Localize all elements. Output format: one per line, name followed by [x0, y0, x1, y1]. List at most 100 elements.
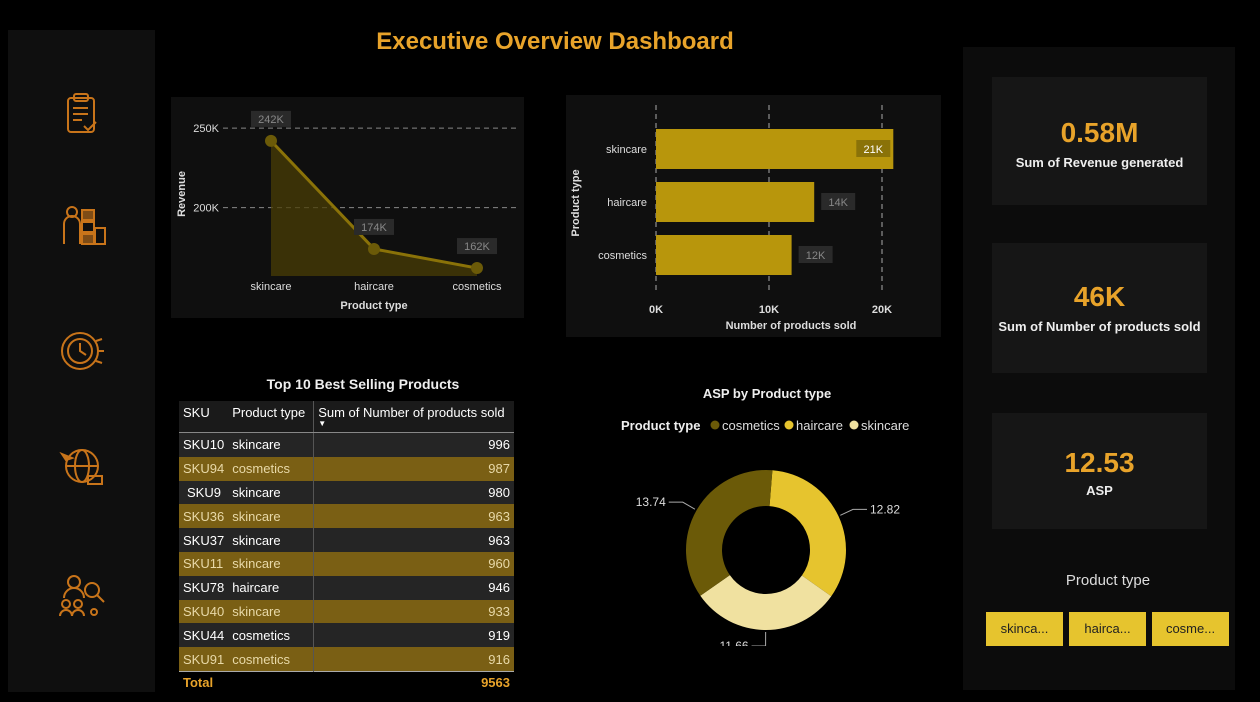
slicer-title: Product type	[1065, 572, 1151, 589]
data-label: 12.82	[870, 502, 900, 516]
data-label: 14K	[828, 197, 848, 209]
revenue-by-product-chart[interactable]: 250K 200K 242K skincare 174K haircare 162K cosm…	[171, 97, 524, 318]
data-label: 12K	[806, 250, 826, 262]
kpi-label-asp: ASP	[1086, 483, 1113, 498]
slicer-option-cosmetics[interactable]: cosme...	[1152, 612, 1229, 646]
x-tick-label: skincare	[251, 281, 292, 293]
slicer-option-skincare[interactable]: skinca...	[986, 612, 1063, 646]
kpi-card-revenue: 0.58M Sum of Revenue generated	[992, 77, 1207, 205]
y-axis-title: Revenue	[176, 171, 188, 217]
x-axis-title: Number of products sold	[726, 320, 857, 332]
y-tick-label: 250K	[193, 123, 219, 135]
kpi-label-revenue: Sum of Revenue generated	[1015, 155, 1184, 170]
cell-products-sold: 919	[313, 623, 514, 648]
leader-line	[840, 508, 867, 516]
donut-slice	[700, 575, 832, 630]
cell-sku: SKU78	[179, 575, 229, 600]
cell-product-type: cosmetics	[228, 456, 314, 481]
total-spacer	[228, 670, 314, 694]
cell-products-sold: 996	[313, 432, 514, 457]
cell-product-type: skincare	[228, 480, 314, 505]
cell-sku: SKU91	[179, 647, 229, 672]
y-axis-title: Product type	[570, 169, 582, 236]
slicer-option-haircare[interactable]: hairca...	[1069, 612, 1146, 646]
revenue-chart-panel: 250K 200K 242K skincare 174K haircare 162K cosm…	[171, 97, 524, 318]
cell-products-sold: 946	[313, 575, 514, 600]
cell-product-type: haircare	[228, 575, 314, 600]
page-title: Executive Overview Dashboard	[376, 28, 734, 55]
legend-label: cosmetics	[722, 418, 780, 433]
cell-product-type: skincare	[228, 551, 314, 576]
kpi-value-asp: 12.53	[1064, 447, 1135, 478]
legend-marker	[784, 420, 794, 430]
table-row[interactable]: SKU36 skincare 963	[179, 504, 514, 529]
x-tick-label: 0K	[649, 304, 663, 316]
sidebar	[8, 30, 155, 692]
data-label: 21K	[864, 144, 884, 156]
table-row[interactable]: SKU94 cosmetics 987	[179, 456, 514, 481]
table-row[interactable]: SKU10 skincare 996	[179, 432, 514, 457]
kpi-value-products-sold: 46K	[1073, 281, 1126, 312]
cell-products-sold: 916	[313, 647, 514, 672]
cell-product-type: cosmetics	[228, 623, 314, 648]
team-search-icon[interactable]	[56, 568, 108, 620]
y-tick-label: 200K	[193, 203, 219, 215]
cell-sku: SKU36	[179, 504, 229, 529]
cell-sku: SKU9	[179, 480, 229, 505]
cell-sku: SKU11	[179, 551, 229, 576]
chart-title: ASP by Product type	[703, 386, 831, 401]
x-tick-label: haircare	[354, 281, 394, 293]
gear-clock-icon[interactable]	[56, 325, 108, 377]
clipboard-check-icon[interactable]	[56, 88, 108, 140]
cell-sku: SKU37	[179, 528, 229, 552]
products-sold-chart[interactable]: 0K 10K 20K skincare 21K haircare 14K cosmetics 1…	[566, 95, 941, 337]
cell-product-type: cosmetics	[228, 647, 314, 672]
table-row[interactable]: SKU11 skincare 960	[179, 551, 514, 576]
cell-products-sold: 987	[313, 456, 514, 481]
column-header-product-type[interactable]: Product type	[228, 401, 314, 433]
top-products-table: SKU Product type Sum of Number of produc…	[179, 401, 514, 694]
table-title: Top 10 Best Selling Products	[266, 376, 460, 392]
y-tick-label: haircare	[607, 197, 647, 209]
data-point	[265, 134, 277, 147]
donut-slice	[769, 470, 846, 597]
leader-line	[668, 501, 696, 510]
data-label: 162K	[464, 241, 490, 253]
table-row[interactable]: SKU9 skincare 980	[179, 480, 514, 505]
data-label: 13.74	[636, 495, 666, 509]
bar	[656, 182, 815, 222]
products-sold-chart-panel: 0K 10K 20K skincare 21K haircare 14K cosmetics 1…	[566, 95, 941, 337]
data-label: 11.66	[719, 639, 748, 646]
cell-product-type: skincare	[228, 528, 314, 552]
table-row[interactable]: SKU37 skincare 963	[179, 528, 514, 552]
cell-sku: SKU10	[179, 432, 229, 457]
kpi-value-revenue: 0.58M	[1060, 117, 1139, 148]
data-point	[471, 262, 483, 275]
cell-product-type: skincare	[228, 599, 314, 624]
cell-product-type: skincare	[228, 504, 314, 529]
legend-label: skincare	[861, 418, 909, 433]
cell-sku: SKU40	[179, 599, 229, 624]
cell-products-sold: 933	[313, 599, 514, 624]
table-row[interactable]: SKU78 haircare 946	[179, 575, 514, 600]
globe-shipping-icon[interactable]	[56, 440, 108, 492]
legend-marker	[849, 420, 859, 430]
table-total-row: Total 9563	[179, 670, 514, 694]
y-tick-label: skincare	[606, 144, 647, 156]
cell-products-sold: 980	[313, 480, 514, 505]
column-header-products-sold[interactable]: Sum of Number of products sold ▼	[313, 401, 514, 433]
asp-donut-chart[interactable]: ASP by Product type Product type cosmetics…	[600, 376, 940, 646]
leader-line	[751, 631, 767, 646]
area-fill	[271, 140, 477, 276]
table-row[interactable]: SKU44 cosmetics 919	[179, 623, 514, 648]
table-row[interactable]: SKU91 cosmetics 916	[179, 647, 514, 672]
x-tick-label: cosmetics	[453, 281, 502, 293]
total-label: Total	[179, 670, 229, 694]
legend-title: Product type	[621, 418, 700, 433]
column-header-sku[interactable]: SKU	[179, 401, 229, 433]
data-label: 174K	[361, 222, 387, 234]
worker-boxes-icon[interactable]	[56, 200, 108, 252]
y-tick-label: cosmetics	[598, 250, 647, 262]
table-row[interactable]: SKU40 skincare 933	[179, 599, 514, 624]
sort-desc-icon: ▼	[318, 419, 327, 428]
